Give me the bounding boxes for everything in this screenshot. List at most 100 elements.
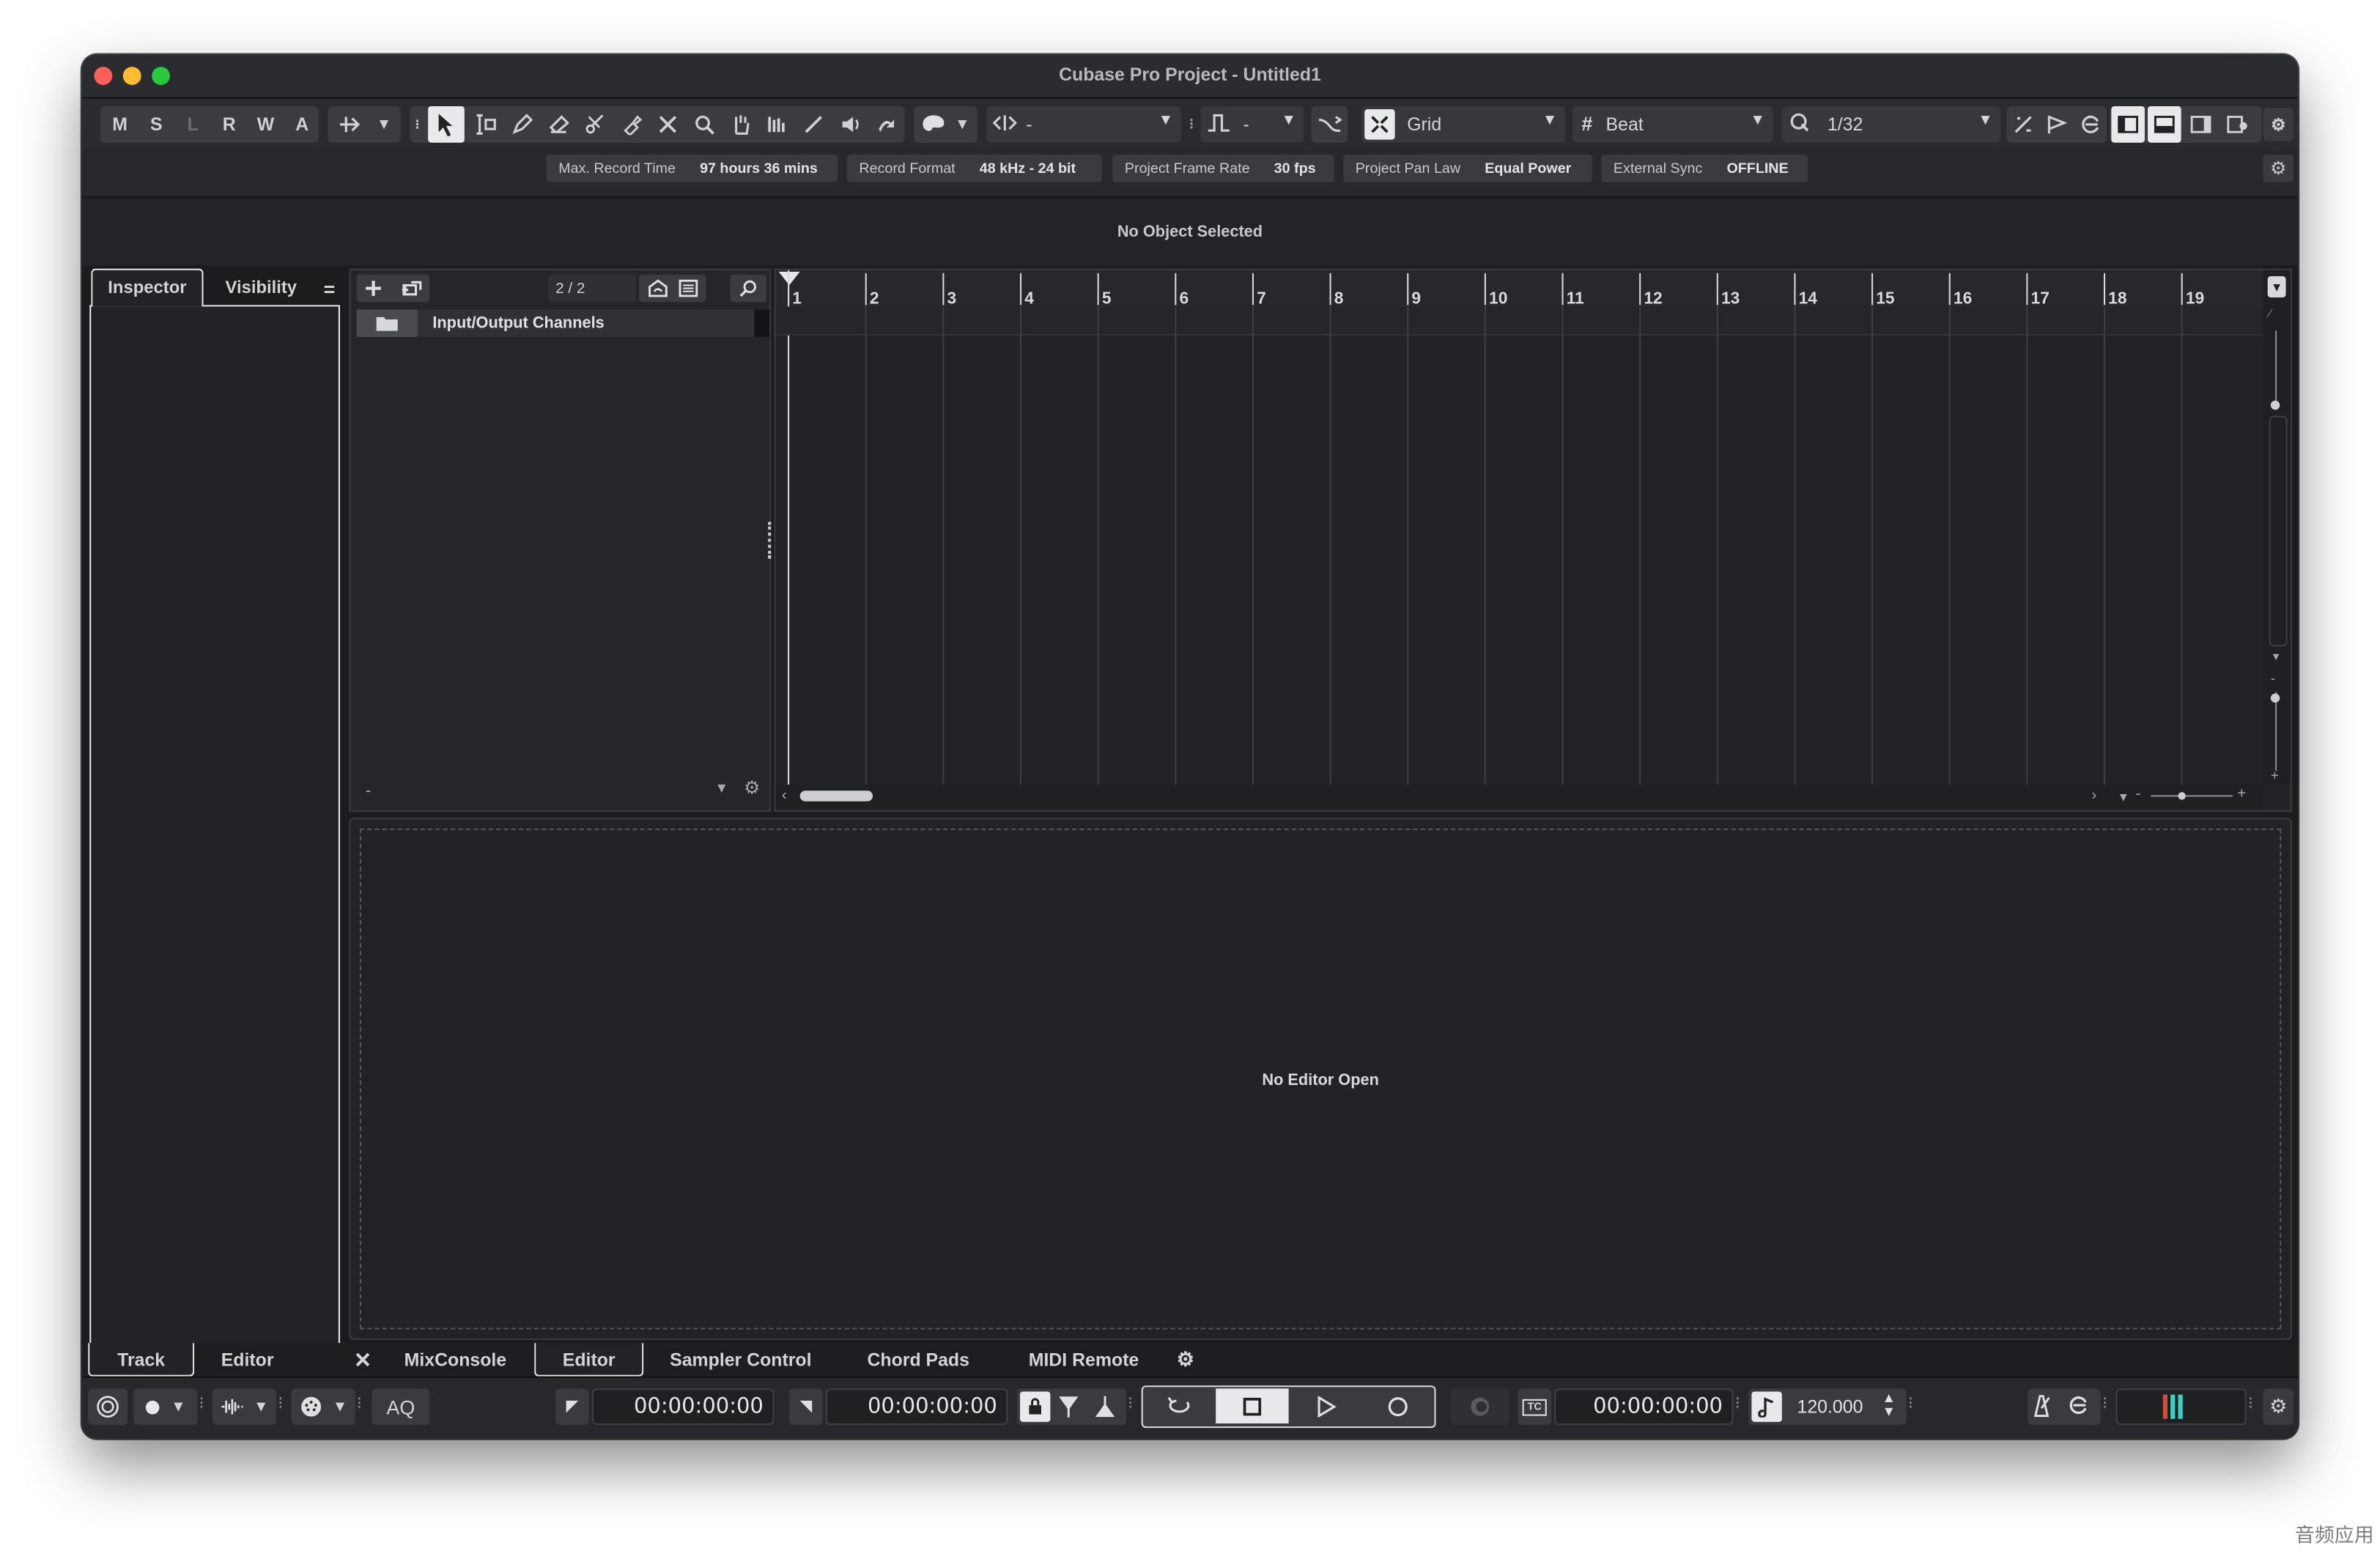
vertical-zoom-minus[interactable]: - (2271, 671, 2275, 686)
right-locator-icon[interactable] (789, 1388, 823, 1426)
tab-editor[interactable]: Editor (534, 1343, 644, 1377)
info-external-sync[interactable]: External Sync OFFLINE (1601, 155, 1808, 182)
tab-mixconsole[interactable]: MixConsole (380, 1343, 531, 1377)
tab-inspector[interactable]: Inspector (91, 268, 204, 307)
listen-state-button[interactable]: L (176, 106, 210, 143)
zoom-presets-chevron-icon[interactable]: ▼ (2118, 790, 2129, 804)
tempo-stepper-icon[interactable]: ▲ ▼ (1882, 1390, 1896, 1418)
horizontal-zoom-minus[interactable]: - (2135, 786, 2140, 803)
tab-sampler-control[interactable]: Sampler Control (650, 1343, 832, 1377)
lower-zone-icon[interactable] (2148, 105, 2181, 143)
left-zone-icon[interactable] (2111, 105, 2145, 143)
left-locator-icon[interactable] (555, 1388, 589, 1426)
add-track-from-preset-icon[interactable] (393, 275, 429, 302)
color-palette-icon[interactable] (917, 106, 950, 143)
folder-track-name[interactable]: Input/Output Channels (432, 314, 604, 333)
tab-chord-pads[interactable]: Chord Pads (841, 1343, 996, 1377)
quantize-dropdown[interactable]: 1/32 ▼ (1781, 105, 2001, 143)
track-list-settings-gear-icon[interactable]: ⚙ (744, 777, 760, 799)
vertical-scroll-track[interactable] (2269, 415, 2288, 647)
info-project-pan-law[interactable]: Project Pan Law Equal Power (1343, 155, 1592, 182)
tab-midi-remote[interactable]: MIDI Remote (1005, 1343, 1162, 1377)
metronome-icon[interactable] (2031, 1393, 2061, 1418)
quantize-flag-icon[interactable] (2040, 106, 2074, 143)
snap-type-dropdown[interactable]: Grid ▼ (1361, 105, 1565, 143)
visibility-agent-icon[interactable] (642, 278, 672, 299)
scissors-icon[interactable] (577, 106, 613, 143)
left-zone-menu-icon[interactable]: = (316, 272, 343, 305)
aq-button[interactable]: AQ (372, 1388, 430, 1426)
mute-icon[interactable] (650, 106, 687, 143)
punch-out-icon[interactable] (1093, 1395, 1117, 1419)
left-locator-time[interactable]: 00:00:00:00 (591, 1388, 775, 1426)
autoscroll-dropdown-chevron-icon[interactable]: ▼ (370, 106, 397, 143)
quantize-preset-icon[interactable] (2074, 106, 2107, 143)
window-layout-icon[interactable] (2220, 106, 2254, 143)
iterative-quantize-icon[interactable] (2006, 106, 2040, 143)
snap-toggle[interactable] (1311, 105, 1348, 143)
glue-icon[interactable] (613, 106, 650, 143)
tempo-track-icon[interactable] (1751, 1391, 1782, 1422)
automation-state-button[interactable]: A (285, 106, 319, 143)
vertical-scrollbar[interactable]: ▼ ⁄ ▼ - + (2263, 270, 2291, 785)
tab-left-editor[interactable]: Editor (197, 1343, 298, 1377)
add-track-icon[interactable] (357, 275, 391, 302)
pencil-icon[interactable] (504, 106, 541, 143)
track-zoom-slider[interactable] (2275, 692, 2277, 771)
eraser-icon[interactable] (540, 106, 577, 143)
right-locator-time[interactable]: 00:00:00:00 (825, 1388, 1008, 1426)
find-track-icon[interactable] (730, 274, 767, 303)
audio-input-dropdown[interactable]: ▼ (212, 1388, 276, 1426)
horizontal-scrollbar[interactable]: ‹ › ▼ - + (775, 784, 2263, 810)
warp-icon[interactable] (868, 106, 905, 143)
stop-button[interactable] (1216, 1388, 1289, 1423)
solo-state-button[interactable]: S (140, 106, 174, 143)
vertical-zoom-plus[interactable]: + (2271, 768, 2279, 783)
midi-input-dropdown[interactable]: ▼ (291, 1388, 355, 1426)
scroll-right-chevron-icon[interactable]: › (2091, 788, 2096, 804)
vertical-scroll-down-chevron-icon[interactable]: ▼ (2271, 653, 2281, 663)
nudge-dropdown[interactable]: - ▼ (986, 105, 1181, 143)
primary-time-display[interactable]: 00:00:00:00 (1554, 1388, 1734, 1426)
vertical-zoom-thumb[interactable] (2270, 400, 2280, 410)
toolbar-settings-gear-icon[interactable]: ⚙ (2263, 108, 2294, 141)
scroll-left-chevron-icon[interactable]: ‹ (782, 788, 787, 804)
vertical-zoom-edit-icon[interactable]: ⁄ (2269, 306, 2272, 320)
mute-state-button[interactable]: M (103, 106, 137, 143)
length-dropdown[interactable]: - ▼ (1200, 105, 1304, 143)
right-zone-icon[interactable] (2184, 106, 2218, 143)
horizontal-scroll-thumb[interactable] (799, 790, 873, 801)
track-list-options-icon[interactable] (673, 278, 703, 299)
autoscroll-icon[interactable] (331, 106, 368, 143)
write-state-button[interactable]: W (249, 106, 283, 143)
precount-icon[interactable] (1451, 1388, 1509, 1426)
close-lower-zone-icon[interactable]: ✕ (349, 1343, 376, 1377)
ruler[interactable]: 1 2 3 4 5 6 7 8 9 10 11 12 13 14 15 16 17 18 19 (775, 270, 2263, 308)
time-format-button[interactable]: TC (1518, 1388, 1551, 1426)
vertical-zoom-slider[interactable] (2275, 330, 2277, 410)
track-height-minus[interactable]: - (366, 783, 371, 800)
cycle-button[interactable] (1146, 1390, 1213, 1421)
speaker-icon[interactable] (832, 106, 868, 143)
hand-icon[interactable] (722, 106, 759, 143)
tab-track[interactable]: Track (88, 1343, 195, 1377)
lock-icon[interactable] (1019, 1391, 1051, 1422)
transport-settings-gear-icon[interactable]: ⚙ (2263, 1388, 2294, 1426)
grid-type-dropdown[interactable]: # Beat ▼ (1572, 105, 1773, 143)
range-icon[interactable] (468, 106, 504, 143)
horizontal-zoom-thumb[interactable] (2178, 792, 2186, 800)
zoom-icon[interactable] (686, 106, 722, 143)
click-pattern-icon[interactable] (2067, 1393, 2097, 1418)
horizontal-zoom-plus[interactable]: + (2237, 786, 2246, 803)
color-dropdown-chevron-icon[interactable]: ▼ (950, 106, 975, 143)
read-state-button[interactable]: R (212, 106, 246, 143)
info-project-frame-rate[interactable]: Project Frame Rate 30 fps (1112, 155, 1334, 182)
track-list-scroll-down-icon[interactable]: ▼ (715, 780, 728, 796)
punch-in-icon[interactable] (1057, 1395, 1081, 1419)
track-zoom-thumb[interactable] (2270, 693, 2280, 703)
line-icon[interactable] (795, 106, 832, 143)
play-button[interactable] (1292, 1390, 1361, 1421)
activity-icon[interactable] (88, 1388, 128, 1426)
tab-visibility[interactable]: Visibility (207, 272, 316, 305)
horizontal-zoom-slider[interactable] (2151, 795, 2233, 797)
